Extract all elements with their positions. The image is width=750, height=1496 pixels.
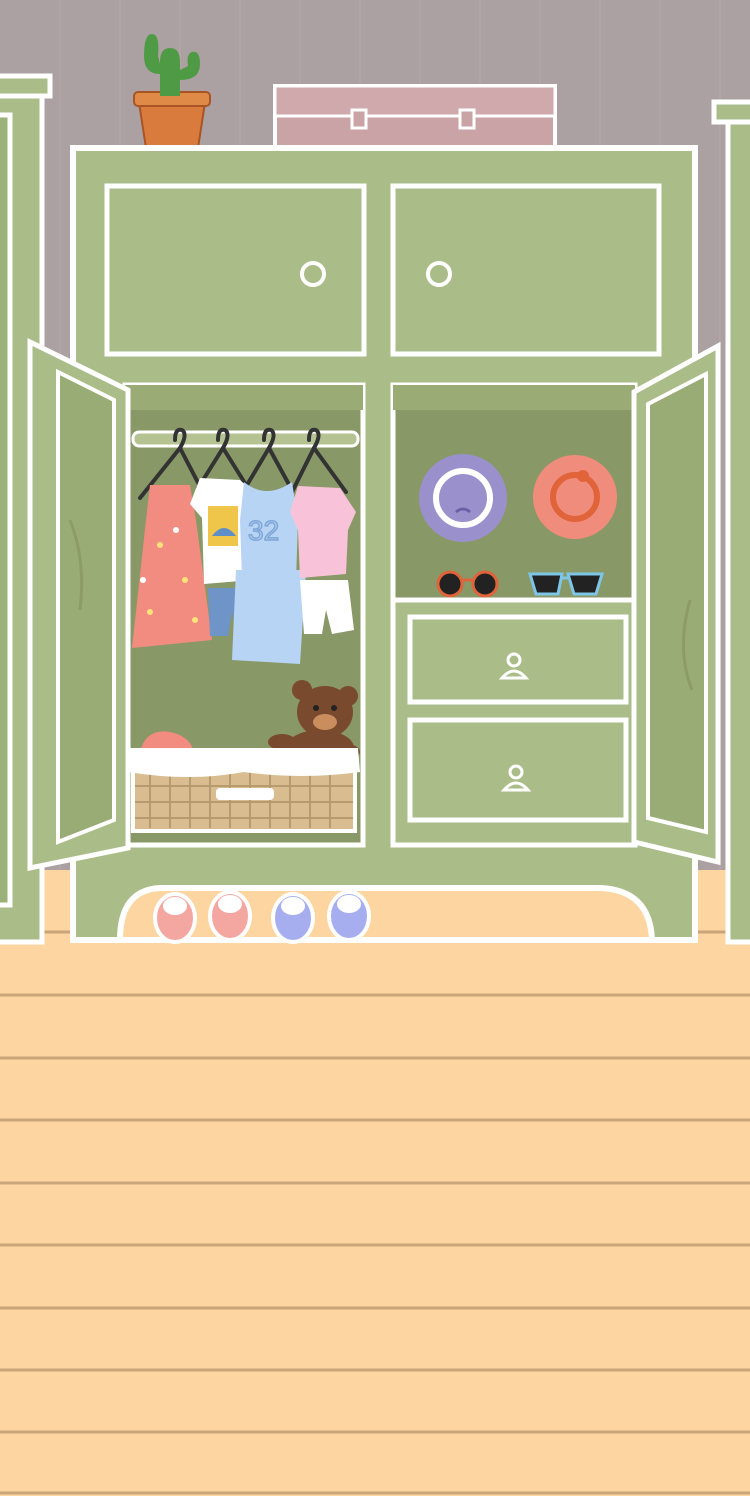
upper-left-cupboard-door[interactable] bbox=[104, 183, 367, 357]
left-wardrobe-door[interactable] bbox=[27, 337, 131, 872]
right-wardrobe-door[interactable] bbox=[631, 341, 721, 866]
jersey-number: 32 bbox=[248, 515, 279, 546]
coral-hat[interactable] bbox=[533, 455, 617, 539]
door-knob-icon bbox=[426, 261, 452, 287]
purple-hat[interactable] bbox=[419, 454, 507, 542]
wardrobe-scene: 32 bbox=[0, 0, 750, 1496]
lower-drawer[interactable] bbox=[407, 717, 629, 823]
upper-right-cupboard-door[interactable] bbox=[390, 183, 662, 357]
basket-icon[interactable] bbox=[128, 748, 360, 833]
upper-drawer[interactable] bbox=[407, 614, 629, 705]
hanging-rod bbox=[131, 430, 360, 448]
suitcase-icon[interactable] bbox=[273, 84, 557, 152]
door-knob-icon bbox=[300, 261, 326, 287]
